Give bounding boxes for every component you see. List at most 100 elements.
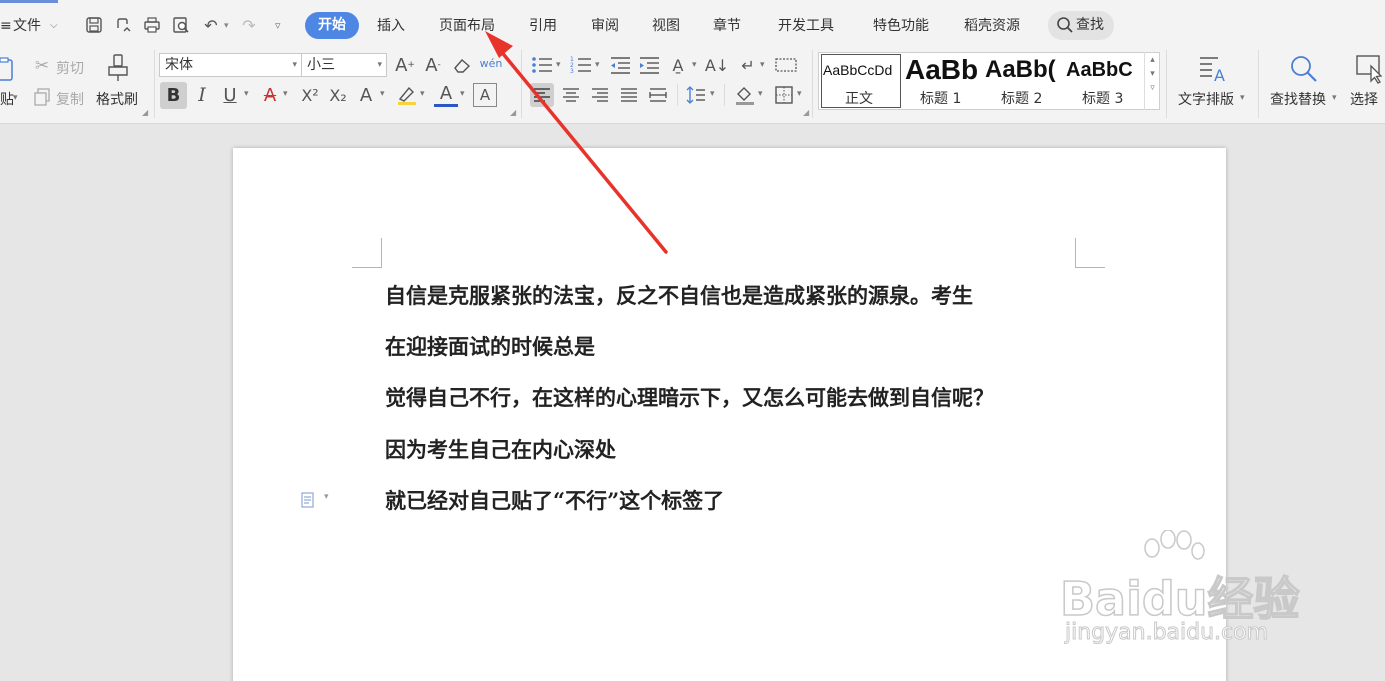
shading-dropdown-icon[interactable]: ▾ bbox=[758, 89, 763, 99]
clear-format-eraser-icon[interactable] bbox=[451, 54, 473, 76]
find-replace-dropdown-icon[interactable]: ▾ bbox=[1332, 93, 1337, 103]
text-layout-icon[interactable]: A bbox=[1197, 53, 1229, 85]
font-size-combo[interactable]: 小三 ▾ bbox=[301, 53, 387, 77]
scissors-icon[interactable]: ✂ bbox=[31, 55, 53, 77]
font-size-dropdown-icon[interactable]: ▾ bbox=[377, 54, 382, 76]
style-heading-2-sample: AaBb( bbox=[985, 56, 1056, 83]
text-layout-dropdown-icon[interactable]: ▾ bbox=[1240, 93, 1245, 103]
underline-dropdown-icon[interactable]: ▾ bbox=[244, 89, 249, 99]
highlight-pen-icon[interactable] bbox=[394, 83, 420, 107]
bullet-list-dropdown-icon[interactable]: ▾ bbox=[556, 60, 561, 70]
tab-review[interactable]: 审阅 bbox=[591, 14, 619, 38]
clipboard-group-launcher-icon[interactable]: ◢ bbox=[142, 108, 148, 117]
search-button[interactable]: 查找 bbox=[1048, 11, 1114, 40]
save-icon[interactable] bbox=[83, 14, 105, 36]
document-text-line[interactable]: 就已经对自己贴了“不行”这个标签了 bbox=[385, 485, 724, 515]
text-layout-button[interactable]: 文字排版 bbox=[1178, 89, 1234, 109]
numbered-list-dropdown-icon[interactable]: ▾ bbox=[595, 60, 600, 70]
paste-label[interactable]: 贴 bbox=[0, 89, 14, 109]
styles-gallery-scrollbar[interactable]: ▴ ▾ ▿ bbox=[1144, 52, 1160, 110]
paste-dropdown-icon[interactable]: ▾ bbox=[13, 93, 18, 103]
borders-icon[interactable] bbox=[772, 83, 796, 107]
font-group-launcher-icon[interactable]: ◢ bbox=[510, 108, 516, 117]
tab-page-layout[interactable]: 页面布局 bbox=[439, 14, 495, 38]
chinese-layout-icon[interactable]: A̱ bbox=[665, 54, 691, 76]
strikethrough-dropdown-icon[interactable]: ▾ bbox=[283, 89, 288, 99]
select-cursor-icon[interactable] bbox=[1354, 53, 1385, 85]
find-replace-button[interactable]: 查找替换 bbox=[1270, 89, 1326, 109]
numbered-list-icon[interactable]: 123 bbox=[569, 54, 593, 76]
grow-font-icon[interactable]: A + bbox=[394, 54, 416, 76]
superscript-icon[interactable]: X² bbox=[298, 83, 322, 107]
shading-bucket-icon[interactable] bbox=[732, 83, 758, 107]
print-icon[interactable] bbox=[141, 14, 163, 36]
sort-icon[interactable]: A↓ bbox=[705, 54, 729, 76]
show-hide-marks-icon[interactable]: ↵ bbox=[735, 54, 761, 76]
strikethrough-icon[interactable]: A bbox=[258, 83, 282, 107]
format-painter-icon[interactable] bbox=[104, 52, 132, 84]
document-text-line[interactable]: 自信是克服紧张的法宝，反之不自信也是造成紧张的源泉。考生 bbox=[385, 280, 973, 310]
tab-special-features[interactable]: 特色功能 bbox=[873, 14, 929, 38]
line-spacing-dropdown-icon[interactable]: ▾ bbox=[710, 89, 715, 99]
paste-icon[interactable] bbox=[0, 56, 18, 84]
redo-icon[interactable]: ↷ bbox=[238, 14, 260, 36]
cloud-sync-icon[interactable] bbox=[112, 14, 134, 36]
file-menu[interactable]: 文件 bbox=[13, 14, 41, 38]
gallery-scroll-up-icon[interactable]: ▴ bbox=[1145, 55, 1160, 65]
tab-insert[interactable]: 插入 bbox=[377, 14, 405, 38]
align-right-icon[interactable] bbox=[588, 83, 612, 107]
quick-access-more-icon[interactable]: ▿ bbox=[275, 14, 281, 38]
tab-chapter[interactable]: 章节 bbox=[713, 14, 741, 38]
font-color-icon[interactable]: A bbox=[434, 83, 458, 107]
undo-dropdown-icon[interactable]: ▾ bbox=[224, 14, 229, 38]
justify-icon[interactable] bbox=[617, 83, 641, 107]
distributed-align-icon[interactable] bbox=[646, 83, 670, 107]
menu-hamburger-icon[interactable]: ≡ bbox=[0, 14, 12, 38]
align-left-icon[interactable] bbox=[530, 83, 554, 107]
borders-dropdown-icon[interactable]: ▾ bbox=[797, 89, 802, 99]
paragraph-group-launcher-icon[interactable]: ◢ bbox=[803, 108, 809, 117]
font-name-dropdown-icon[interactable]: ▾ bbox=[292, 54, 297, 76]
decrease-indent-icon[interactable] bbox=[608, 54, 632, 76]
paragraph-layout-dropdown-icon[interactable]: ▾ bbox=[324, 492, 329, 502]
select-button[interactable]: 选择 bbox=[1350, 89, 1378, 109]
shrink-font-icon[interactable]: A- bbox=[422, 54, 444, 76]
copy-icon[interactable] bbox=[31, 86, 53, 108]
paragraph-layout-handle[interactable]: ▾ bbox=[300, 492, 336, 510]
find-replace-magnifier-icon[interactable] bbox=[1288, 53, 1320, 85]
gallery-more-icon[interactable]: ▿ bbox=[1145, 83, 1160, 93]
tab-references[interactable]: 引用 bbox=[529, 14, 557, 38]
chinese-layout-dropdown-icon[interactable]: ▾ bbox=[692, 60, 697, 70]
table-tab-icon[interactable] bbox=[774, 54, 798, 76]
format-painter-label[interactable]: 格式刷 bbox=[96, 89, 138, 109]
increase-indent-icon[interactable] bbox=[637, 54, 661, 76]
tab-view[interactable]: 视图 bbox=[652, 14, 680, 38]
font-name-combo[interactable]: 宋体 ▾ bbox=[159, 53, 302, 77]
italic-icon[interactable]: I bbox=[191, 83, 213, 107]
copy-label[interactable]: 复制 bbox=[56, 89, 84, 109]
tab-docer-resources[interactable]: 稻壳资源 bbox=[964, 14, 1020, 38]
document-text-line[interactable]: 因为考生自己在内心深处 bbox=[385, 434, 616, 464]
bullet-list-icon[interactable] bbox=[530, 54, 554, 76]
print-preview-icon[interactable] bbox=[170, 14, 192, 36]
highlight-dropdown-icon[interactable]: ▾ bbox=[420, 89, 425, 99]
undo-icon[interactable]: ↶ bbox=[200, 14, 222, 36]
align-center-icon[interactable] bbox=[559, 83, 583, 107]
character-border-icon[interactable]: A bbox=[473, 83, 497, 107]
underline-icon[interactable]: U bbox=[218, 83, 242, 107]
phonetic-guide-icon[interactable]: wén bbox=[480, 52, 503, 74]
line-spacing-icon[interactable] bbox=[684, 83, 708, 107]
cut-label[interactable]: 剪切 bbox=[56, 58, 84, 78]
tab-home[interactable]: 开始 bbox=[305, 12, 359, 39]
document-text-line[interactable]: 在迎接面试的时候总是 bbox=[385, 331, 595, 361]
document-text-line[interactable]: 觉得自己不行，在这样的心理暗示下，又怎么可能去做到自信呢？ bbox=[385, 382, 994, 412]
bold-button[interactable]: B bbox=[160, 82, 187, 109]
file-menu-chevron-down-icon[interactable]: ⌵ bbox=[50, 14, 58, 38]
gallery-scroll-down-icon[interactable]: ▾ bbox=[1145, 69, 1160, 79]
text-effect-dropdown-icon[interactable]: ▾ bbox=[380, 89, 385, 99]
tab-developer-tools[interactable]: 开发工具 bbox=[778, 14, 834, 38]
font-color-dropdown-icon[interactable]: ▾ bbox=[460, 89, 465, 99]
subscript-icon[interactable]: X₂ bbox=[326, 83, 350, 107]
text-effect-icon[interactable]: A bbox=[354, 83, 378, 107]
marks-dropdown-icon[interactable]: ▾ bbox=[760, 60, 765, 70]
